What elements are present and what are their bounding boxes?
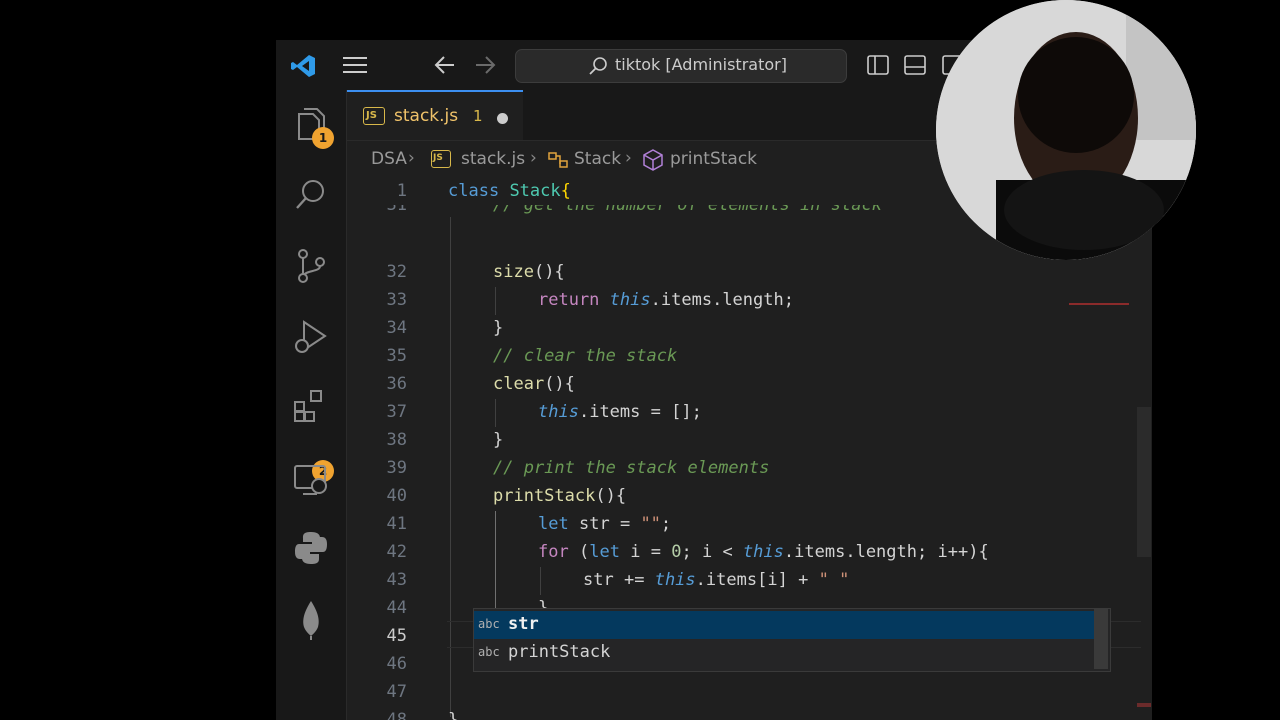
line-number: 45 bbox=[386, 626, 407, 646]
python-icon[interactable] bbox=[293, 530, 329, 566]
line-number: 41 bbox=[386, 514, 407, 534]
editor-scrollbar[interactable] bbox=[1137, 407, 1151, 557]
line-number: 47 bbox=[386, 682, 407, 702]
code-line: } bbox=[493, 318, 504, 338]
code-line: // print the stack elements bbox=[493, 458, 770, 478]
code-line: this.items = []; bbox=[538, 402, 702, 422]
line-number: 34 bbox=[386, 318, 407, 338]
line-number: 33 bbox=[386, 290, 407, 310]
tab-problem-count: 1 bbox=[473, 107, 483, 125]
webcam-overlay bbox=[936, 0, 1196, 260]
line-number: 36 bbox=[386, 374, 407, 394]
line-number: 40 bbox=[386, 486, 407, 506]
mongodb-icon[interactable] bbox=[300, 600, 322, 640]
code-line: str += this.items[i] + " " bbox=[583, 570, 850, 590]
code-line: clear(){ bbox=[493, 374, 575, 394]
run-debug-icon[interactable] bbox=[292, 318, 328, 356]
line-number: 44 bbox=[386, 598, 407, 618]
back-arrow-icon[interactable] bbox=[434, 55, 456, 75]
forward-arrow-icon[interactable] bbox=[474, 55, 496, 75]
line-number: 43 bbox=[386, 570, 407, 590]
search-icon[interactable] bbox=[295, 178, 327, 210]
chevron-right-icon: › bbox=[408, 148, 415, 168]
extensions-icon[interactable] bbox=[293, 388, 327, 424]
code-line: size(){ bbox=[493, 262, 565, 282]
line-number: 31 bbox=[386, 205, 407, 215]
js-file-icon: JS bbox=[431, 150, 451, 168]
sticky-code-line: class Stack{ bbox=[448, 181, 571, 201]
menu-icon[interactable] bbox=[343, 56, 367, 74]
tab-label: stack.js bbox=[394, 106, 459, 126]
code-line: for (let i = 0; i < this.items.length; i… bbox=[538, 542, 989, 562]
code-comment: // get the number of elements in stack bbox=[493, 205, 882, 215]
line-number: 32 bbox=[386, 262, 407, 282]
suggestion-label: printStack bbox=[508, 642, 611, 662]
class-symbol-icon bbox=[548, 152, 568, 168]
line-number: 42 bbox=[386, 542, 407, 562]
code-line: } bbox=[493, 430, 504, 450]
code-line: // clear the stack bbox=[493, 346, 678, 366]
search-icon bbox=[589, 57, 607, 75]
indent-guide bbox=[540, 567, 541, 595]
activity-bar: 1 2 bbox=[276, 90, 347, 720]
explorer-badge: 1 bbox=[312, 127, 334, 149]
line-number: 35 bbox=[386, 346, 407, 366]
indent-guide bbox=[495, 399, 496, 427]
suggest-scrollbar[interactable] bbox=[1094, 609, 1108, 669]
chevron-right-icon: › bbox=[625, 148, 632, 168]
code-line: } bbox=[448, 710, 459, 720]
toggle-sidebar-icon[interactable] bbox=[867, 55, 889, 75]
breadcrumb-class[interactable]: Stack bbox=[574, 149, 621, 169]
chevron-right-icon: › bbox=[530, 148, 537, 168]
code-line: return this.items.length; bbox=[538, 290, 794, 310]
suggestion-label: str bbox=[508, 614, 539, 634]
toggle-panel-icon[interactable] bbox=[904, 55, 926, 75]
suggest-widget: abc str abc printStack bbox=[473, 608, 1111, 672]
presenter-video-image bbox=[936, 0, 1196, 260]
line-number: 48 bbox=[386, 710, 407, 720]
line-number: 1 bbox=[396, 181, 407, 201]
text-kind-icon: abc bbox=[478, 617, 500, 631]
indent-guide bbox=[495, 287, 496, 315]
code-line: let str = ""; bbox=[538, 514, 672, 534]
minimap-marker bbox=[1069, 303, 1129, 305]
breadcrumb-folder[interactable]: DSA bbox=[371, 149, 407, 169]
suggestion-item[interactable]: abc printStack bbox=[474, 639, 1094, 667]
tab-stack-js[interactable]: JS stack.js 1 bbox=[347, 90, 523, 140]
remote-explorer-icon[interactable] bbox=[293, 462, 329, 498]
line-number: 38 bbox=[386, 430, 407, 450]
vscode-logo-icon bbox=[291, 55, 315, 77]
overview-ruler-marker bbox=[1137, 703, 1151, 707]
breadcrumb-file[interactable]: stack.js bbox=[461, 149, 525, 169]
unsaved-dot-icon[interactable] bbox=[497, 113, 508, 124]
code-line: printStack(){ bbox=[493, 486, 627, 506]
source-control-icon[interactable] bbox=[295, 248, 327, 284]
command-center-search[interactable]: tiktok [Administrator] bbox=[515, 49, 847, 83]
text-kind-icon: abc bbox=[478, 645, 500, 659]
line-number: 46 bbox=[386, 654, 407, 674]
js-file-icon: JS bbox=[363, 107, 385, 125]
line-number: 39 bbox=[386, 458, 407, 478]
method-symbol-icon bbox=[643, 149, 663, 171]
line-number: 37 bbox=[386, 402, 407, 422]
breadcrumb-method[interactable]: printStack bbox=[670, 149, 757, 169]
command-center-label: tiktok [Administrator] bbox=[615, 55, 787, 74]
suggestion-item[interactable]: abc str bbox=[474, 611, 1094, 639]
